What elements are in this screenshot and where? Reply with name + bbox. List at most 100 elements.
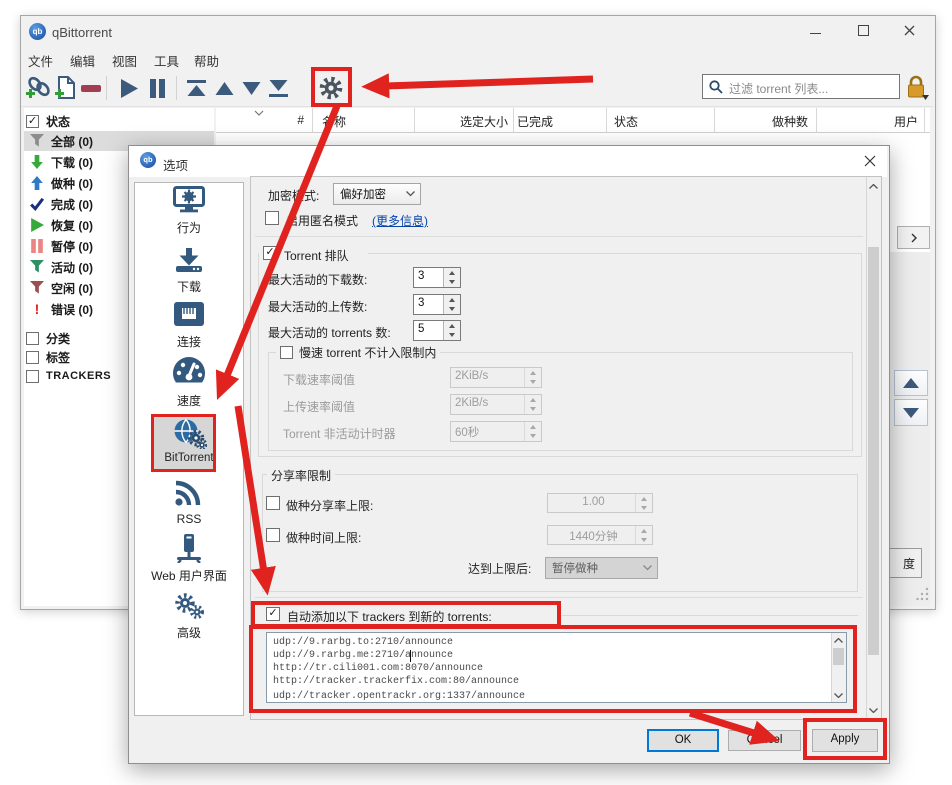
col-sep <box>924 108 925 133</box>
encryption-select[interactable]: 偏好加密 <box>333 183 421 205</box>
anonymous-more-info-link[interactable]: (更多信息) <box>372 212 428 229</box>
ratio-checkbox[interactable] <box>266 496 280 510</box>
arrow-up-blue-icon <box>30 176 44 190</box>
spin-up-icon[interactable] <box>444 321 460 331</box>
arrow-down-green-icon <box>30 155 44 169</box>
dialog-close-button[interactable] <box>858 150 882 172</box>
seed-time-field: 1440分钟 <box>547 525 653 545</box>
tags-checkbox[interactable] <box>26 351 39 364</box>
slow-torrents-header[interactable]: 慢速 torrent 不计入限制内 <box>276 344 440 361</box>
textarea-scroll-down-icon[interactable] <box>831 689 846 701</box>
triangle-down-icon <box>903 408 919 418</box>
dialog-scrollbar-thumb[interactable] <box>868 247 879 655</box>
ratio-field: 1.00 <box>547 493 653 513</box>
nav-item-behavior[interactable]: 行为 <box>137 186 241 240</box>
menu-view[interactable]: 视图 <box>112 51 137 70</box>
move-down-icon <box>241 82 262 96</box>
check-icon <box>30 197 44 211</box>
auto-trackers-checkbox[interactable]: ✓ <box>266 607 280 621</box>
spin-down-icon[interactable] <box>444 305 460 315</box>
advanced-icon <box>172 592 206 620</box>
max-torrents-spinbox[interactable]: 5 <box>413 320 461 341</box>
nav-item-bittorrent[interactable]: BitTorrent <box>137 418 241 470</box>
spin-up-icon[interactable] <box>444 295 460 305</box>
nav-item-connection[interactable]: 连接 <box>137 301 241 353</box>
spin-down-icon[interactable] <box>444 331 460 341</box>
chevron-right-icon <box>911 233 917 243</box>
pause-icon <box>148 78 167 99</box>
scroll-right-button[interactable] <box>897 226 930 249</box>
lock-button[interactable] <box>905 75 927 105</box>
textarea-scrollbar-thumb[interactable] <box>833 648 844 665</box>
scrollbar-down-icon[interactable] <box>866 703 881 717</box>
dialog-titlebar <box>129 146 887 177</box>
apply-button[interactable]: Apply <box>812 729 878 752</box>
nav-item-rss[interactable]: RSS <box>137 480 241 532</box>
nav-item-downloads[interactable]: 下载 <box>137 248 241 298</box>
status-checkbox[interactable]: ✓ <box>26 115 39 128</box>
slow-inactive-label: Torrent 非活动计时器 <box>283 425 396 442</box>
speed-button-partial[interactable]: 度 <box>886 548 922 578</box>
col-size[interactable]: 选定大小 <box>420 113 508 130</box>
slow-torrents-checkbox[interactable] <box>280 346 293 359</box>
textarea-scroll-up-icon[interactable] <box>831 634 846 646</box>
col-seeds[interactable]: 做种数 <box>730 113 808 130</box>
rss-icon <box>174 480 204 507</box>
max-uploads-spinbox[interactable]: 3 <box>413 294 461 315</box>
add-torrent-icon <box>54 75 78 101</box>
queueing-groupbox-right <box>861 253 862 456</box>
queueing-checkbox[interactable]: ✓ <box>263 246 277 260</box>
resize-grip-icon[interactable] <box>916 586 930 600</box>
options-button[interactable] <box>317 74 345 107</box>
col-done[interactable]: 已完成 <box>517 113 553 130</box>
close-button[interactable] <box>894 22 924 42</box>
queueing-groupbox-top <box>368 253 861 254</box>
pause-button[interactable] <box>148 78 167 104</box>
queueing-groupbox-bottom <box>258 456 862 457</box>
add-link-button[interactable] <box>24 75 52 106</box>
toolbar-separator <box>106 76 107 100</box>
nav-item-speed[interactable]: 速度 <box>137 355 241 413</box>
trackers-textarea[interactable]: udp://9.rarbg.to:2710/announce udp://9.r… <box>266 632 847 703</box>
delete-button[interactable] <box>81 85 101 92</box>
move-top-button[interactable] <box>186 79 207 103</box>
menu-tools[interactable]: 工具 <box>154 51 179 70</box>
funnel-green-icon <box>30 260 44 274</box>
menu-help[interactable]: 帮助 <box>194 51 219 70</box>
slow-dl-field: 2KiB/s <box>450 367 542 388</box>
menu-file[interactable]: 文件 <box>28 51 53 70</box>
col-user[interactable]: 用户 <box>840 113 918 130</box>
col-number[interactable]: # <box>270 113 304 127</box>
priority-down-button[interactable] <box>894 399 928 426</box>
spin-down-icon[interactable] <box>444 278 460 288</box>
play-icon <box>118 78 140 99</box>
resume-button[interactable] <box>118 78 140 104</box>
scrollbar-up-icon[interactable] <box>866 179 881 193</box>
spin-up-icon[interactable] <box>444 268 460 278</box>
trackers-groupbox-line <box>562 615 858 616</box>
close-icon <box>864 155 876 167</box>
nav-item-advanced[interactable]: 高级 <box>137 592 241 646</box>
move-down-button[interactable] <box>241 82 262 101</box>
max-downloads-spinbox[interactable]: 3 <box>413 267 461 288</box>
nav-item-webui[interactable]: Web 用户界面 <box>137 534 241 586</box>
anonymous-checkbox[interactable] <box>265 211 279 225</box>
minimize-button[interactable] <box>800 22 830 42</box>
add-torrent-button[interactable] <box>54 75 78 106</box>
seed-time-checkbox[interactable] <box>266 528 280 542</box>
menu-edit[interactable]: 编辑 <box>70 51 95 70</box>
move-bottom-button[interactable] <box>268 79 289 103</box>
queueing-groupbox-left <box>258 253 259 456</box>
col-name[interactable]: 名称 <box>322 113 346 130</box>
ok-button[interactable]: OK <box>647 729 719 752</box>
col-sep <box>513 108 514 133</box>
cancel-button[interactable]: Cancel <box>728 730 801 751</box>
status-header[interactable]: ✓ 状态 <box>24 111 214 131</box>
categories-checkbox[interactable] <box>26 332 39 345</box>
move-up-button[interactable] <box>214 82 235 101</box>
search-input[interactable]: 过滤 torrent 列表... <box>702 74 900 99</box>
priority-up-button[interactable] <box>894 370 928 396</box>
col-status[interactable]: 状态 <box>614 113 638 130</box>
trackers-checkbox[interactable] <box>26 370 39 383</box>
maximize-button[interactable] <box>848 22 878 42</box>
